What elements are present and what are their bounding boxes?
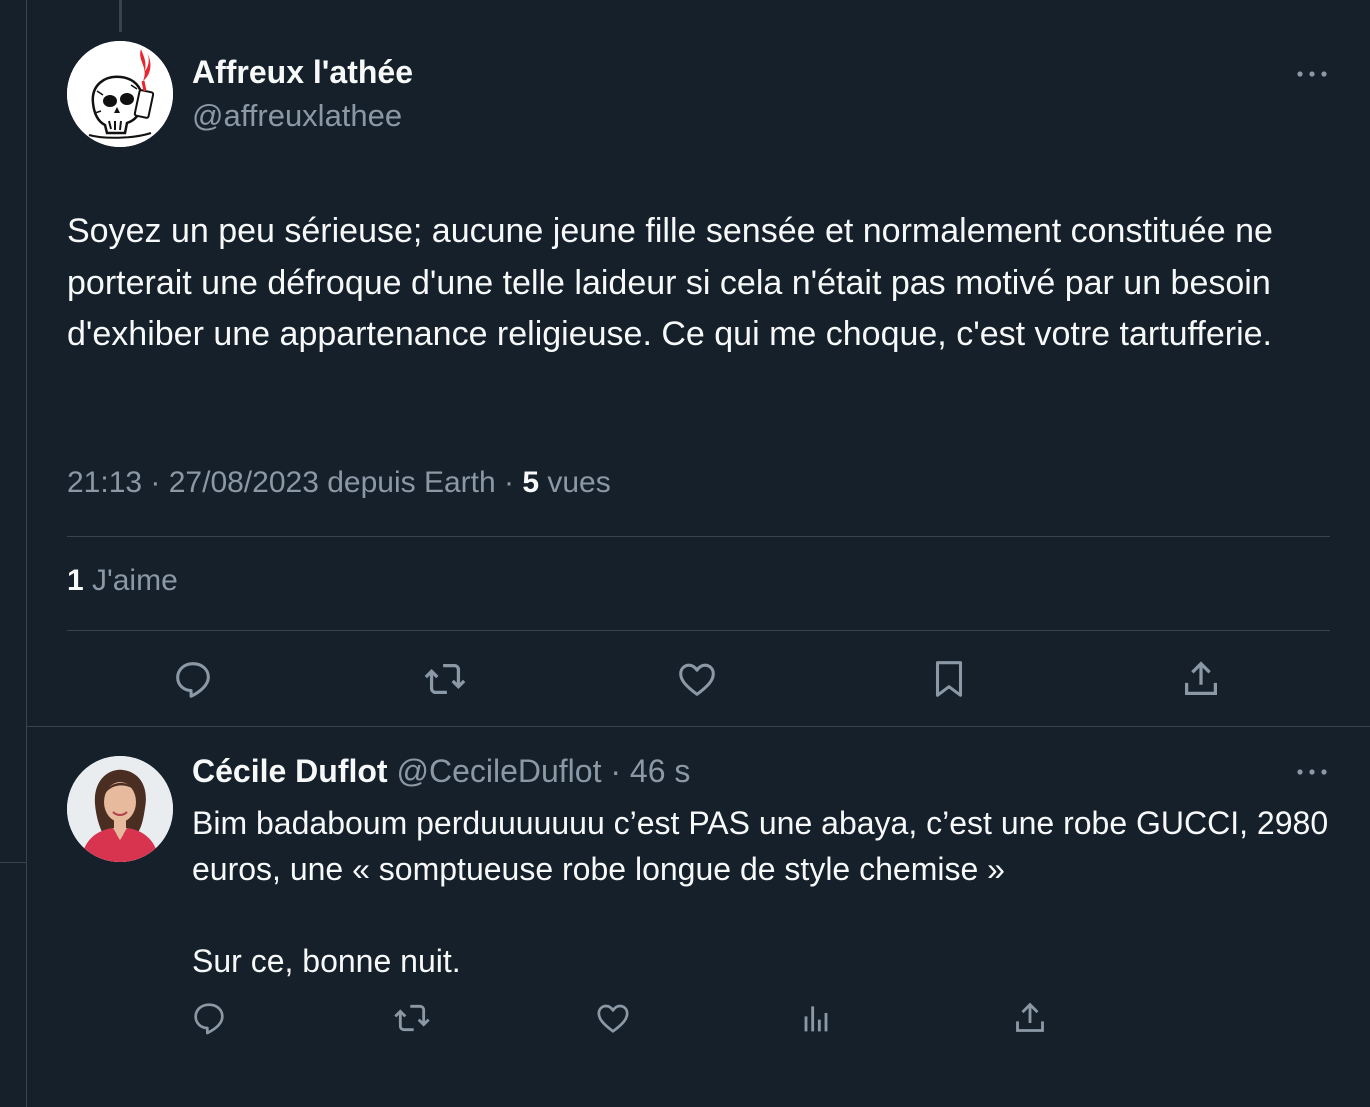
- reply-more-options-button[interactable]: [1293, 758, 1331, 786]
- sidebar-divider: [0, 862, 26, 863]
- divider: [67, 630, 1330, 631]
- reply-icon: [176, 662, 210, 698]
- reply-timestamp[interactable]: · 46 s: [601, 753, 690, 789]
- divider: [67, 536, 1330, 537]
- views-icon: [804, 1006, 828, 1032]
- reply-like-button[interactable]: [593, 998, 633, 1038]
- reply-reply-button[interactable]: [189, 998, 229, 1038]
- share-icon: [1184, 661, 1218, 696]
- reply-paragraph: Sur ce, bonne nuit.: [192, 943, 461, 979]
- tweet-metadata: 21:13 · 27/08/2023 depuis Earth · 5 vues: [67, 466, 611, 500]
- retweet-button[interactable]: [422, 656, 468, 702]
- reply-share-button[interactable]: [1010, 998, 1050, 1038]
- reply-author-avatar[interactable]: [67, 756, 173, 862]
- reply-author-name[interactable]: Cécile Duflot: [192, 753, 388, 789]
- reply-text: Bim badaboum perduuuuuuu c’est PAS une a…: [192, 800, 1342, 984]
- likes-count: 1: [67, 564, 84, 597]
- retweet-icon: [394, 1004, 430, 1032]
- author-handle[interactable]: @affreuxlathee: [192, 98, 402, 134]
- like-icon: [679, 663, 715, 696]
- like-button[interactable]: [674, 656, 720, 702]
- author-name[interactable]: Affreux l'athée: [192, 54, 413, 91]
- timeline-column-border: [26, 0, 27, 1107]
- reply-author-handle[interactable]: @CecileDuflot: [396, 753, 601, 789]
- reply-button[interactable]: [170, 656, 216, 702]
- profile-photo-avatar-icon: [67, 756, 173, 862]
- reply-header: Cécile Duflot @CecileDuflot · 46 s: [192, 753, 690, 790]
- like-icon: [597, 1004, 629, 1033]
- reply-icon: [194, 1003, 224, 1035]
- tweet-separator: [27, 726, 1370, 727]
- views-label: vues: [539, 466, 611, 499]
- tweet-text: Soyez un peu sérieuse; aucune jeune fill…: [67, 212, 1273, 353]
- retweet-icon: [424, 663, 466, 695]
- reply-retweet-button[interactable]: [392, 998, 432, 1038]
- tweet-timestamp[interactable]: 21:13 · 27/08/2023 depuis Earth: [67, 466, 496, 499]
- bookmark-button[interactable]: [926, 656, 972, 702]
- skull-cigarette-avatar-icon: [67, 41, 173, 147]
- likes-summary[interactable]: 1 J'aime: [67, 564, 178, 598]
- views-count: 5: [522, 466, 540, 499]
- more-dots-icon: [1297, 71, 1327, 77]
- more-dots-icon: [1297, 769, 1327, 775]
- likes-label: J'aime: [83, 564, 178, 597]
- bookmark-icon: [935, 661, 963, 697]
- more-options-button[interactable]: [1293, 60, 1331, 88]
- share-button[interactable]: [1178, 656, 1224, 702]
- share-icon: [1016, 1002, 1044, 1032]
- meta-separator: ·: [495, 466, 523, 499]
- thread-connector-line: [119, 0, 122, 32]
- reply-views-button[interactable]: [796, 998, 836, 1038]
- author-avatar[interactable]: [67, 41, 173, 147]
- reply-paragraph: Bim badaboum perduuuuuuu c’est PAS une a…: [192, 805, 1329, 887]
